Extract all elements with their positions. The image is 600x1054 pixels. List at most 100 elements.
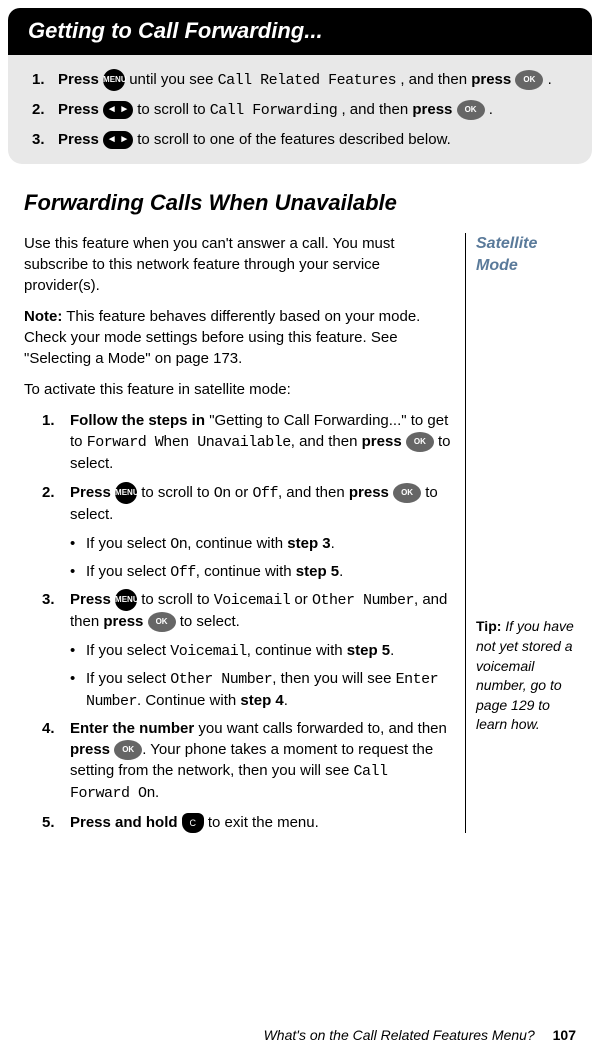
note-label: Note: [24,308,62,325]
text: . [155,784,159,801]
text: . [284,692,288,709]
bullet-icon: • [70,561,86,583]
bold-text: Press and hold [70,814,182,831]
text: If you select [86,642,170,659]
bullet-text: If you select On, continue with step 3. [86,533,453,555]
lcd-text: Call Related Features [218,72,397,89]
step-number: 3. [32,129,58,150]
section-title: Forwarding Calls When Unavailable [24,188,576,219]
text: If you select [86,670,170,687]
ok-button-icon: OK [457,100,485,120]
step-1: 1. Follow the steps in "Getting to Call … [24,410,453,474]
step-text: Press and hold C to exit the menu. [70,812,453,833]
text: If you select [86,563,170,580]
navigation-steps-box: 1. Press MENU until you see Call Related… [8,55,592,164]
text: , continue with [196,563,296,580]
menu-button-icon: MENU [115,589,137,611]
footer-title: What's on the Call Related Features Menu… [264,1027,535,1043]
text: . [548,71,552,88]
text: until you see [129,71,217,88]
text: to scroll to one of the features describ… [137,131,451,148]
note-paragraph: Note: This feature behaves differently b… [24,306,453,369]
nav-step-3: 3. Press ◄ ► to scroll to one of the fea… [32,129,568,150]
bold-text: Press [58,101,103,118]
ok-button-icon: OK [406,432,434,452]
text: . [489,101,493,118]
step-2-bullet-off: • If you select Off, continue with step … [24,561,453,583]
bold-text: Press [70,591,115,608]
lcd-text: On [170,536,187,553]
menu-button-icon: MENU [103,69,125,91]
step-2: 2. Press MENU to scroll to On or Off, an… [24,482,453,525]
step-text: Follow the steps in "Getting to Call For… [70,410,453,474]
main-content: Use this feature when you can't answer a… [0,233,600,833]
lcd-text: On [214,485,231,502]
bold-text: press [412,101,456,118]
step-number: 4. [42,718,70,804]
text: . [339,563,343,580]
text: to scroll to [137,484,214,501]
bullet-text: If you select Off, continue with step 5. [86,561,453,583]
page-number: 107 [553,1027,576,1043]
bullet-icon: • [70,640,86,662]
step-3: 3. Press MENU to scroll to Voicemail or … [24,589,453,632]
bullet-icon: • [70,668,86,712]
bold-text: Enter the number [70,720,198,737]
text: to exit the menu. [204,814,319,831]
step-number: 2. [42,482,70,525]
text: or [290,591,312,608]
step-text: Press ◄ ► to scroll to one of the featur… [58,129,568,150]
step-text: Press MENU until you see Call Related Fe… [58,69,568,91]
mode-label: Satellite Mode [476,233,576,278]
intro-paragraph: Use this feature when you can't answer a… [24,233,453,296]
text: , and then [400,71,471,88]
tip-paragraph: Tip: If you have not yet stored a voicem… [476,617,576,735]
arrow-button-icon: ◄ ► [103,101,133,119]
left-column: Use this feature when you can't answer a… [24,233,466,833]
bullet-text: If you select Other Number, then you wil… [86,668,453,712]
lcd-text: Off [170,564,196,581]
step-number: 5. [42,812,70,833]
nav-step-1: 1. Press MENU until you see Call Related… [32,69,568,91]
step-5: 5. Press and hold C to exit the menu. [24,812,453,833]
bold-text: Follow the steps in [70,412,209,429]
text: . [331,535,335,552]
bold-text: Press [70,484,115,501]
ok-button-icon: OK [114,740,142,760]
ok-button-icon: OK [515,70,543,90]
bold-text: press [103,613,147,630]
bold-text: step 5 [347,642,390,659]
text: , continue with [247,642,347,659]
bold-text: Press [58,131,103,148]
bold-text: Press [58,71,103,88]
bullet-icon: • [70,533,86,555]
text: If you select [86,535,170,552]
lcd-text: Other Number [170,671,272,688]
bold-text: press [471,71,515,88]
page-footer: What's on the Call Related Features Menu… [264,1026,576,1046]
nav-step-2: 2. Press ◄ ► to scroll to Call Forwardin… [32,99,568,121]
arrow-button-icon: ◄ ► [103,131,133,149]
bullet-text: If you select Voicemail, continue with s… [86,640,453,662]
step-text: Press MENU to scroll to Voicemail or Oth… [70,589,453,632]
note-text: This feature behaves differently based o… [24,308,420,367]
text: or [231,484,253,501]
text: , and then [341,101,412,118]
c-button-icon: C [182,813,204,833]
step-number: 1. [32,69,58,91]
lcd-text: Call Forwarding [210,102,338,119]
text: to select. [176,613,240,630]
lcd-text: Voicemail [214,592,291,609]
text: , and then [278,484,349,501]
lcd-text: Other Number [312,592,414,609]
bold-text: press [349,484,393,501]
ok-button-icon: OK [393,483,421,503]
bold-text: step 5 [296,563,339,580]
step-3-bullet-other: • If you select Other Number, then you w… [24,668,453,712]
step-number: 2. [32,99,58,121]
text: , and then [291,433,362,450]
tip-body: If you have not yet stored a voicemail n… [476,618,574,732]
text: you want calls forwarded to, and then [198,720,446,737]
bold-text: press [362,433,406,450]
text: to scroll to [137,591,214,608]
